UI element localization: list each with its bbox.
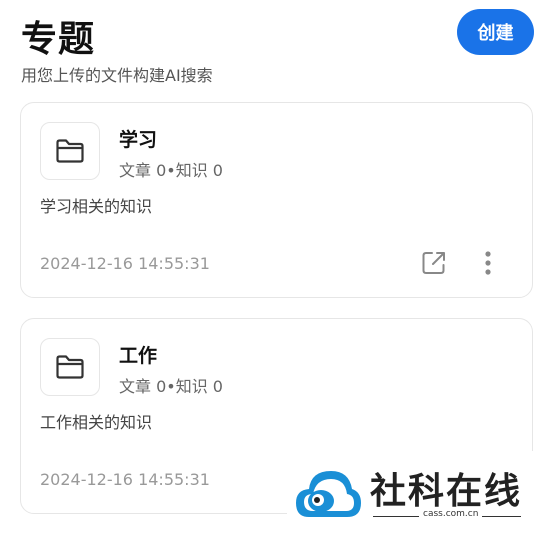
- share-icon[interactable]: [417, 246, 451, 280]
- card-description: 工作相关的知识: [40, 413, 153, 432]
- create-button[interactable]: 创建: [457, 9, 534, 55]
- watermark-url: cass.com.cn: [419, 509, 483, 519]
- card-description: 学习相关的知识: [40, 197, 153, 216]
- card-timestamp: 2024-12-16 14:55:31: [40, 470, 210, 489]
- watermark: 社科在线 cass.com.cn: [287, 451, 553, 549]
- card-title: 学习: [119, 129, 158, 151]
- page-subtitle: 用您上传的文件构建AI搜索: [21, 66, 213, 85]
- folder-icon: [40, 122, 100, 180]
- card-stats: 文章 0•知识 0: [119, 161, 223, 180]
- card-stats: 文章 0•知识 0: [119, 377, 223, 396]
- page-title: 专题: [21, 19, 96, 60]
- more-vertical-icon[interactable]: [473, 246, 503, 280]
- folder-icon: [40, 338, 100, 396]
- watermark-name: 社科在线: [370, 471, 523, 512]
- card-timestamp: 2024-12-16 14:55:31: [40, 254, 210, 273]
- card-title: 工作: [119, 345, 158, 367]
- page-header: 专题 用您上传的文件构建AI搜索 创建: [0, 0, 553, 92]
- topic-card[interactable]: 学习 文章 0•知识 0 学习相关的知识 2024-12-16 14:55:31: [20, 102, 533, 298]
- cloud-logo-icon: [293, 463, 363, 527]
